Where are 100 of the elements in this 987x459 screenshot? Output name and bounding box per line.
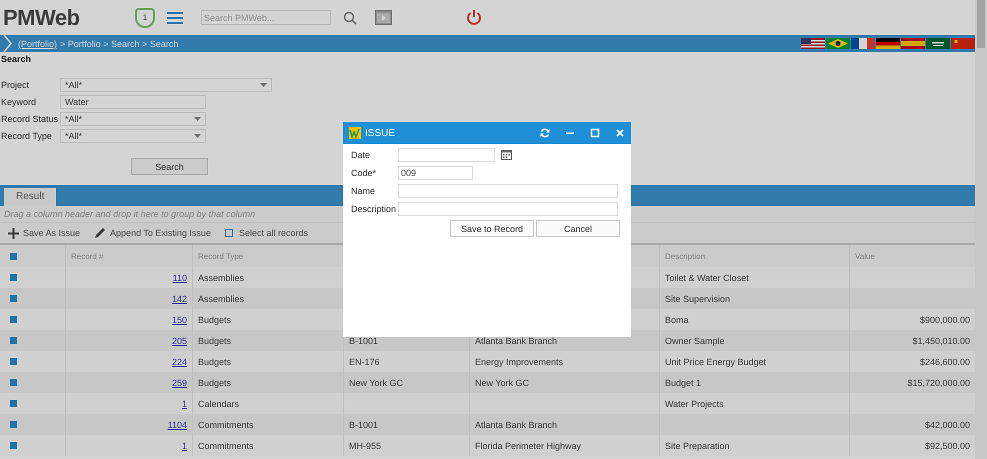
close-icon[interactable] (615, 128, 625, 138)
dropdown[interactable]: *All* (60, 112, 206, 126)
video-icon[interactable] (375, 10, 392, 25)
table-cell: $900,000.00 (920, 314, 970, 324)
record-link[interactable]: 1104 (168, 420, 187, 430)
table-cell: $42,000.00 (924, 420, 970, 430)
checkbox-icon[interactable] (10, 442, 17, 449)
table-cell: $246,600.00 (920, 356, 970, 366)
table-cell: Budget 1 (665, 378, 702, 388)
field-label: Date (351, 150, 372, 160)
checkbox-icon[interactable] (10, 400, 17, 407)
field-label: Record Status (0, 114, 60, 124)
field-label: Code* (351, 168, 378, 178)
table-cell: Commitments (198, 420, 254, 430)
dialog-button[interactable]: Save to Record (450, 220, 534, 237)
record-link[interactable]: 205 (172, 336, 187, 346)
input-field[interactable] (398, 184, 618, 198)
table-cell: Budgets (198, 336, 232, 346)
flag-icon[interactable] (801, 38, 825, 49)
date-field[interactable] (398, 148, 495, 162)
table-cell: Site Supervision (665, 294, 730, 304)
table-cell: Florida Perimeter Highway (475, 440, 582, 450)
scrollbar[interactable] (975, 0, 987, 459)
table-cell: Budgets (198, 314, 232, 324)
menu-icon[interactable] (167, 10, 183, 24)
field-label: Name (351, 186, 376, 196)
flag-icon[interactable] (826, 38, 850, 49)
flag-icon[interactable] (926, 38, 950, 49)
pencil-icon (94, 227, 106, 239)
table-cell: B-1001 (349, 420, 378, 430)
dropdown[interactable]: *All* (60, 129, 206, 143)
logo-icon (349, 127, 361, 139)
flag-icon[interactable] (851, 38, 875, 49)
notification-badge[interactable]: 1 (135, 8, 155, 28)
record-link[interactable]: 259 (172, 378, 187, 388)
table-cell: $15,720,000.00 (907, 378, 970, 388)
calendar-icon[interactable] (501, 150, 512, 160)
table-cell: Boma (665, 314, 689, 324)
search-field[interactable]: Search PMWeb... (201, 10, 331, 25)
checkbox-icon[interactable] (10, 295, 17, 302)
breadcrumb-path: > Portfolio > Search > Search (60, 38, 178, 48)
dialog-title: ISSUE (365, 128, 396, 138)
input-field[interactable] (398, 202, 618, 216)
checkbox-icon[interactable] (10, 337, 17, 344)
table-cell: Site Preparation (665, 440, 730, 450)
checkbox-icon[interactable] (10, 274, 17, 281)
dialog-button[interactable]: Cancel (536, 220, 620, 237)
logo: PMWeb (3, 4, 81, 30)
record-link[interactable]: 1 (182, 398, 187, 408)
table-cell: Owner Sample (665, 336, 725, 346)
checkbox-icon[interactable] (10, 358, 17, 365)
select-all-checkbox[interactable]: Select all records (224, 228, 308, 238)
caret-icon (260, 83, 267, 87)
record-link[interactable]: 150 (172, 314, 187, 324)
table-cell: MH-955 (349, 440, 382, 450)
table-cell: Water Projects (665, 398, 724, 408)
toolbar-button[interactable]: Append To Existing Issue (94, 227, 211, 239)
table-cell: Unit Price Energy Budget (665, 356, 766, 366)
table-cell: Toilet & Water Closet (665, 272, 749, 282)
record-link[interactable]: 224 (172, 356, 187, 366)
result-tab[interactable]: Result (4, 188, 56, 206)
table-cell: Commitments (198, 440, 254, 450)
record-link[interactable]: 1 (182, 440, 187, 450)
table-cell: Calendars (198, 398, 240, 408)
field-label: Project (0, 80, 30, 90)
checkbox-icon[interactable] (10, 421, 17, 428)
field-label: Record Type (0, 131, 53, 141)
search-button[interactable]: Search (131, 158, 208, 175)
caret-icon (194, 117, 201, 121)
maximize-icon[interactable] (590, 128, 600, 138)
caret-icon (194, 134, 201, 138)
table-cell: Atlanta Bank Branch (475, 336, 558, 346)
checkbox-icon[interactable] (10, 252, 17, 260)
record-link[interactable]: 142 (172, 294, 187, 304)
table-cell: Atlanta Bank Branch (475, 420, 558, 430)
dropdown[interactable]: *All* (60, 78, 272, 92)
toolbar-button[interactable]: Save As Issue (8, 228, 80, 238)
table-cell: Budgets (198, 378, 232, 388)
field-label: Keyword (0, 97, 38, 107)
table-cell: EN-176 (349, 356, 380, 366)
table-cell: Assemblies (198, 294, 244, 304)
table-cell: New York GC (475, 378, 530, 388)
checkbox-icon[interactable] (10, 379, 17, 386)
refresh-icon[interactable] (540, 128, 550, 138)
input-field[interactable]: Water (60, 95, 206, 109)
plus-icon (8, 228, 19, 238)
table-cell: B-1001 (349, 336, 378, 346)
table-cell: $92,500.00 (924, 440, 970, 450)
table-cell: Budgets (198, 356, 232, 366)
power-icon[interactable] (466, 9, 482, 26)
table-cell: Assemblies (198, 272, 244, 282)
checkbox-icon[interactable] (10, 316, 17, 323)
table-cell: New York GC (349, 378, 404, 388)
table-cell: $1,450,010.00 (912, 336, 970, 346)
search-icon[interactable] (343, 10, 357, 24)
input-field[interactable]: 009 (398, 166, 473, 180)
record-link[interactable]: 110 (172, 272, 187, 282)
table-cell: Energy Improvements (475, 356, 564, 366)
flag-icon[interactable] (876, 38, 900, 49)
section-title: Search (0, 53, 32, 66)
